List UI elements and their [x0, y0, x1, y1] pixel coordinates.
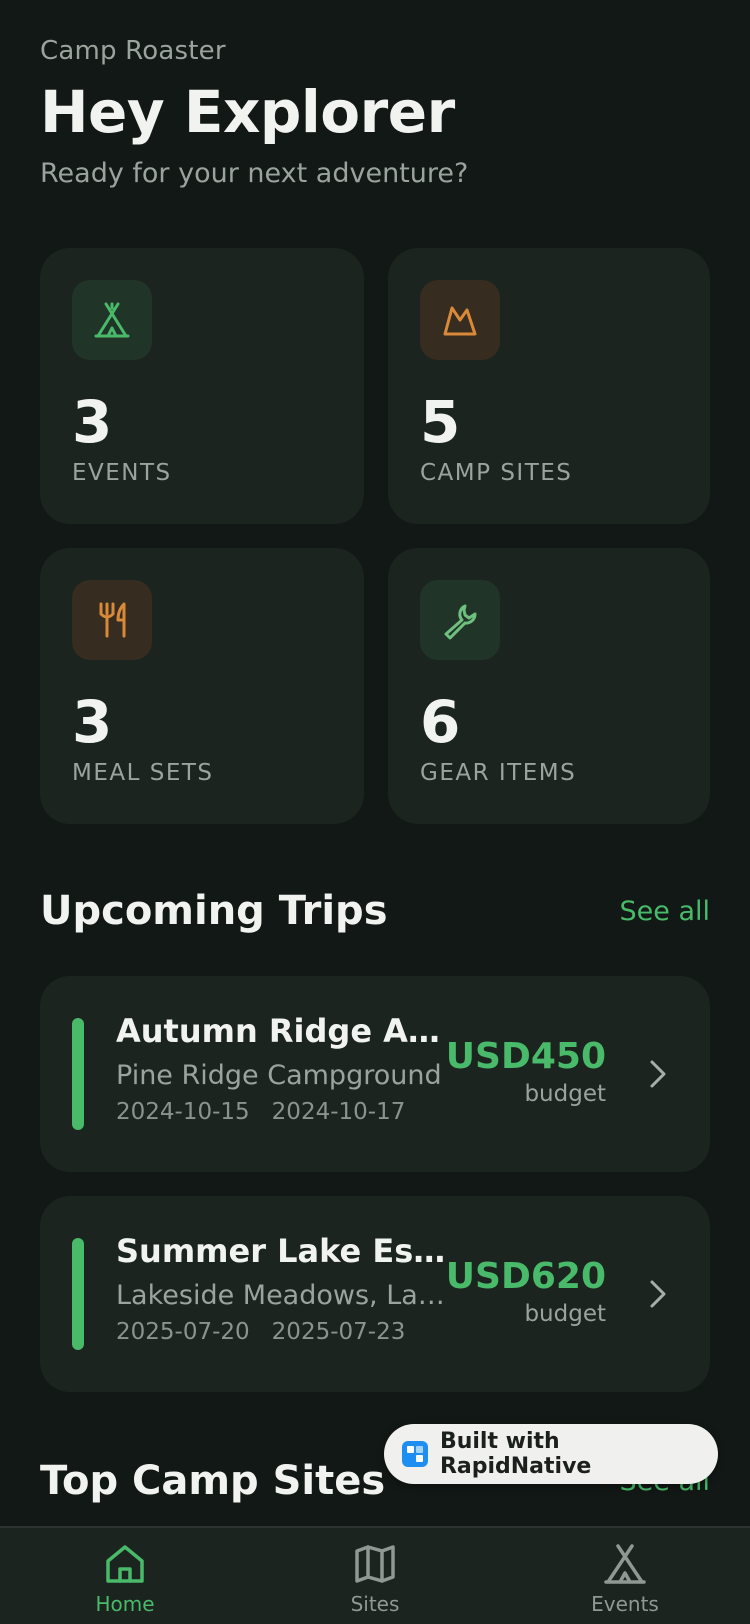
bottom-tab-bar: Home Sites Events	[0, 1526, 750, 1624]
trip-end-date: 2024-10-17	[271, 1099, 406, 1125]
trip-end-date: 2025-07-23	[271, 1319, 406, 1345]
tent-icon	[604, 1544, 646, 1584]
tab-home[interactable]: Home	[50, 1542, 200, 1616]
stat-label: EVENTS	[72, 460, 172, 486]
trip-budget: USD450 budget	[446, 1036, 606, 1107]
stats-grid: 3 EVENTS 5 CAMP SITES 3 MEAL SETS 6 GEAR…	[40, 248, 710, 824]
badge-text: Built with RapidNative	[439, 1429, 592, 1479]
trip-info: Autumn Ridge Adventure Pine Ridge Campgr…	[116, 1012, 446, 1125]
tab-label: Home	[95, 1592, 155, 1616]
trip-accent-bar	[72, 1018, 84, 1130]
stat-label: CAMP SITES	[420, 460, 573, 486]
greeting-title: Hey Explorer	[40, 78, 455, 146]
trip-info: Summer Lake Escape Lakeside Meadows, Lak…	[116, 1232, 446, 1345]
budget-amount: USD620	[445, 1256, 606, 1297]
tab-label: Events	[591, 1592, 659, 1616]
section-title: Top Camp Sites	[40, 1458, 386, 1504]
see-all-trips-link[interactable]: See all	[620, 896, 711, 927]
chevron-right-icon	[650, 1060, 666, 1088]
trip-dates: 2024-10-15 2024-10-17	[116, 1099, 446, 1125]
tab-sites[interactable]: Sites	[300, 1542, 450, 1616]
home-screen: Camp Roaster Hey Explorer Ready for your…	[0, 0, 750, 1624]
stat-value: 5	[420, 388, 461, 456]
budget-label: budget	[524, 1081, 606, 1107]
tent-icon	[72, 280, 152, 360]
budget-label: budget	[524, 1301, 606, 1327]
built-with-badge[interactable]: Built with RapidNative	[384, 1424, 718, 1484]
stat-value: 6	[420, 688, 461, 756]
trip-card[interactable]: Autumn Ridge Adventure Pine Ridge Campgr…	[40, 976, 710, 1172]
trip-start-date: 2025-07-20	[116, 1319, 250, 1345]
stat-card-gear-items[interactable]: 6 GEAR ITEMS	[388, 548, 710, 824]
trip-budget: USD620 budget	[446, 1256, 606, 1327]
wrench-icon	[420, 580, 500, 660]
stat-card-meal-sets[interactable]: 3 MEAL SETS	[40, 548, 364, 824]
trip-dates: 2025-07-20 2025-07-23	[116, 1319, 446, 1345]
tab-label: Sites	[350, 1592, 400, 1616]
map-icon	[355, 1545, 395, 1583]
stat-label: GEAR ITEMS	[420, 760, 577, 786]
mountain-icon	[420, 280, 500, 360]
trip-accent-bar	[72, 1238, 84, 1350]
trip-location: Lakeside Meadows, Lake	[116, 1280, 446, 1311]
header: Camp Roaster Hey Explorer Ready for your…	[40, 36, 710, 189]
stat-value: 3	[72, 688, 113, 756]
app-name: Camp Roaster	[40, 36, 226, 66]
trip-name: Autumn Ridge Adventure	[116, 1012, 446, 1050]
stat-card-events[interactable]: 3 EVENTS	[40, 248, 364, 524]
budget-amount: USD450	[445, 1036, 606, 1077]
trip-location: Pine Ridge Campground	[116, 1060, 442, 1091]
stat-value: 3	[72, 388, 113, 456]
trip-name: Summer Lake Escape	[116, 1232, 446, 1270]
upcoming-trips-header: Upcoming Trips See all	[40, 888, 710, 934]
trip-card[interactable]: Summer Lake Escape Lakeside Meadows, Lak…	[40, 1196, 710, 1392]
chevron-right-icon	[650, 1280, 666, 1308]
home-icon	[106, 1545, 144, 1583]
rapidnative-logo-icon	[402, 1441, 428, 1467]
tab-events[interactable]: Events	[550, 1542, 700, 1616]
stat-card-camp-sites[interactable]: 5 CAMP SITES	[388, 248, 710, 524]
stat-label: MEAL SETS	[72, 760, 214, 786]
trip-start-date: 2024-10-15	[116, 1099, 250, 1125]
tagline: Ready for your next adventure?	[40, 158, 469, 189]
utensils-icon	[72, 580, 152, 660]
section-title: Upcoming Trips	[40, 888, 388, 934]
